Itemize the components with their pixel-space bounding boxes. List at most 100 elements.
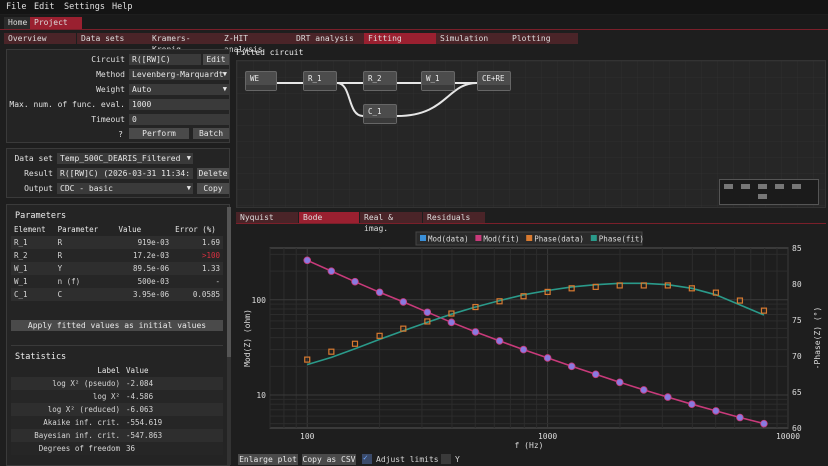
main-tabs: Overview Data sets Kramers-Kronig Z-HIT …	[0, 33, 828, 54]
stat-value: -2.084	[123, 377, 223, 390]
menu-settings[interactable]: Settings	[64, 2, 105, 12]
data-point-mod	[639, 386, 648, 394]
x-tick-label: 100	[300, 432, 315, 441]
bode-plot[interactable]: 100 1000 10000 10 100 60 65 70 75 80 85 f (Hz) Mod(Z…	[236, 226, 826, 450]
result-select[interactable]: R([RW]C) (2026-03-31 11:34:	[57, 168, 193, 179]
batch-button[interactable]: Batch	[193, 128, 229, 139]
output-select[interactable]: CDC - basic ▼	[57, 183, 193, 194]
cell-value: 89.5e-06	[115, 262, 173, 275]
tab-residuals[interactable]: Residuals	[423, 212, 485, 223]
data-point-mod	[736, 413, 744, 422]
node-port	[478, 85, 510, 90]
tab-bode[interactable]: Bode	[299, 212, 359, 223]
menu-file[interactable]: File	[6, 2, 26, 12]
stat-label: log X² (pseudo)	[11, 377, 123, 390]
node-r2[interactable]: R_2	[363, 71, 397, 91]
statistics-title: Statistics	[15, 352, 67, 362]
copy-button[interactable]: Copy	[197, 183, 229, 194]
scrollbar-thumb[interactable]	[227, 207, 231, 357]
output-value: CDC - basic	[60, 184, 113, 193]
table-row: C_1 C 3.95e-06 0.0585	[11, 288, 223, 301]
minimap-node	[758, 184, 767, 189]
method-select[interactable]: Levenberg-Marquardt ▼	[129, 69, 229, 80]
node-r1[interactable]: R_1	[303, 71, 337, 91]
header-value: Value	[118, 225, 142, 234]
copy-as-csv-button[interactable]: Copy as CSV	[302, 454, 356, 465]
menu-bar: File Edit Settings Help	[0, 0, 828, 14]
apply-fitted-values-button[interactable]: Apply fitted values as initial values	[11, 320, 223, 331]
tab-kramers-kronig[interactable]: Kramers-Kronig	[148, 33, 220, 54]
header-element: Element	[14, 225, 46, 234]
y-right-tick-label: 85	[792, 244, 802, 253]
node-port	[304, 85, 336, 90]
tab-drt[interactable]: DRT analysis	[292, 33, 364, 44]
menu-help[interactable]: Help	[112, 2, 132, 12]
stat-value: -6.063	[123, 403, 223, 416]
table-header-row: Element Parameter Value Error (%)	[11, 223, 223, 236]
tab-simulation[interactable]: Simulation	[436, 33, 508, 44]
weight-label: Weight	[96, 85, 125, 94]
chevron-down-icon: ▼	[186, 184, 191, 192]
legend-label: Phase(data)	[534, 235, 584, 244]
stat-value: 36	[123, 442, 223, 455]
menu-edit[interactable]: Edit	[34, 2, 54, 12]
y-right-tick-label: 75	[792, 316, 802, 325]
table-header-row: Label Value	[11, 364, 223, 377]
enlarge-plot-button[interactable]: Enlarge plot	[238, 454, 298, 465]
cell-error: 0.0585	[172, 288, 223, 301]
window-tab-project[interactable]: Project	[30, 17, 82, 29]
data-point-mod	[495, 337, 504, 345]
circuit-input[interactable]: R([RW]C)	[129, 54, 201, 65]
circuit-minimap[interactable]	[719, 179, 819, 205]
cell-parameter: Y	[54, 262, 116, 275]
chevron-down-icon: ▼	[222, 70, 227, 78]
table-row: Bayesian inf. crit. -547.863	[11, 429, 223, 442]
cell-element: W_1	[11, 262, 55, 275]
data-point-mod	[688, 400, 696, 409]
tab-nyquist[interactable]: Nyquist	[236, 212, 298, 223]
stat-label: log X²	[11, 390, 123, 403]
circuit-canvas[interactable]: WE R_1 R_2 W_1 CE+RE C_1	[236, 60, 826, 208]
dataset-select[interactable]: Temp_500C_DEARIS_Filtered ▼	[57, 153, 193, 164]
cell-parameter: C	[54, 288, 116, 301]
table-row: log X² -4.586	[11, 390, 223, 403]
tab-plotting[interactable]: Plotting	[508, 33, 578, 44]
window-tab-home[interactable]: Home	[4, 17, 32, 29]
y-checkbox[interactable]	[441, 454, 451, 464]
edit-circuit-button[interactable]: Edit	[203, 54, 229, 65]
node-ce-re[interactable]: CE+RE	[477, 71, 511, 91]
cell-element: W_1	[11, 275, 55, 288]
adjust-limits-label: Adjust limits	[376, 455, 439, 464]
perform-button[interactable]: Perform	[129, 128, 189, 139]
maxeval-input[interactable]: 1000	[129, 99, 229, 110]
node-c1[interactable]: C_1	[363, 104, 397, 124]
cell-parameter: n (f)	[54, 275, 116, 288]
delete-button[interactable]: Delete	[197, 168, 229, 179]
method-value: Levenberg-Marquardt	[132, 70, 224, 79]
method-label: Method	[96, 70, 125, 79]
timeout-input[interactable]: 0	[129, 114, 229, 125]
node-we[interactable]: WE	[245, 71, 277, 91]
y-right-tick-label: 60	[792, 424, 802, 433]
tab-overview[interactable]: Overview	[4, 33, 76, 44]
cell-error: 1.33	[172, 262, 223, 275]
data-point-mod	[399, 298, 408, 306]
node-w1[interactable]: W_1	[421, 71, 455, 91]
x-tick-label: 10000	[776, 432, 800, 441]
y-right-axis-label: -Phase(Z) (°)	[813, 307, 822, 370]
tab-real-imag[interactable]: Real & imag.	[360, 212, 422, 233]
divider	[11, 345, 223, 346]
tab-z-hit[interactable]: Z-HIT analysis	[220, 33, 292, 54]
table-row: R_1 R 919e-03 1.69	[11, 236, 223, 249]
adjust-limits-checkbox[interactable]: ✓	[362, 453, 372, 464]
dataset-value: Temp_500C_DEARIS_Filtered	[60, 154, 181, 163]
table-row: R_2 R 17.2e-03 >100	[11, 249, 223, 262]
data-point-mod	[423, 308, 432, 317]
legend-swatch	[526, 235, 533, 241]
tab-data-sets[interactable]: Data sets	[77, 33, 149, 44]
minimap-node	[792, 184, 801, 189]
help-icon[interactable]: ?	[111, 130, 123, 139]
weight-select[interactable]: Auto ▼	[129, 84, 229, 95]
tab-fitting[interactable]: Fitting	[364, 33, 436, 44]
minimap-node	[775, 184, 784, 189]
